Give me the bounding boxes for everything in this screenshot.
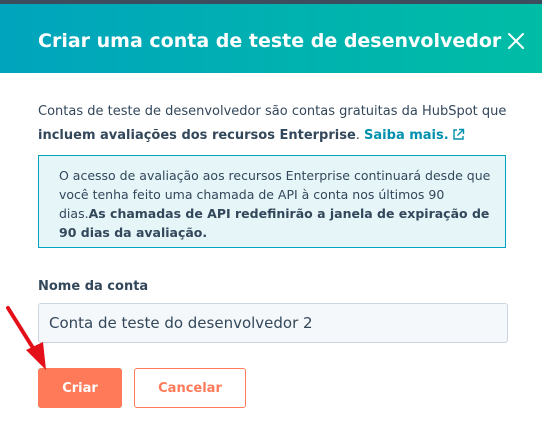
external-link-icon xyxy=(452,126,465,150)
account-name-label: Nome da conta xyxy=(38,279,149,294)
account-name-input[interactable] xyxy=(38,303,508,343)
intro-bold-text: incluem avaliações dos recursos Enterpri… xyxy=(38,128,356,143)
dialog-header: Criar uma conta de teste de desenvolvedo… xyxy=(0,4,542,73)
close-icon[interactable] xyxy=(503,28,529,54)
dialog-title: Criar uma conta de teste de desenvolvedo… xyxy=(38,30,502,52)
intro-separator: . xyxy=(355,128,365,143)
red-arrow-icon xyxy=(6,306,46,370)
alert-bold-text: As chamadas de API redefinirão a janela … xyxy=(59,206,490,240)
info-alert: O acesso de avaliação aos recursos Enter… xyxy=(38,155,506,248)
intro-text-prefix: Contas de teste de desenvolvedor são con… xyxy=(38,104,507,119)
cancel-button[interactable]: Cancelar xyxy=(134,368,246,408)
learn-more-label: Saiba mais. xyxy=(364,128,449,143)
learn-more-link[interactable]: Saiba mais. xyxy=(364,128,465,143)
intro-text: Contas de teste de desenvolvedor são con… xyxy=(38,100,518,150)
